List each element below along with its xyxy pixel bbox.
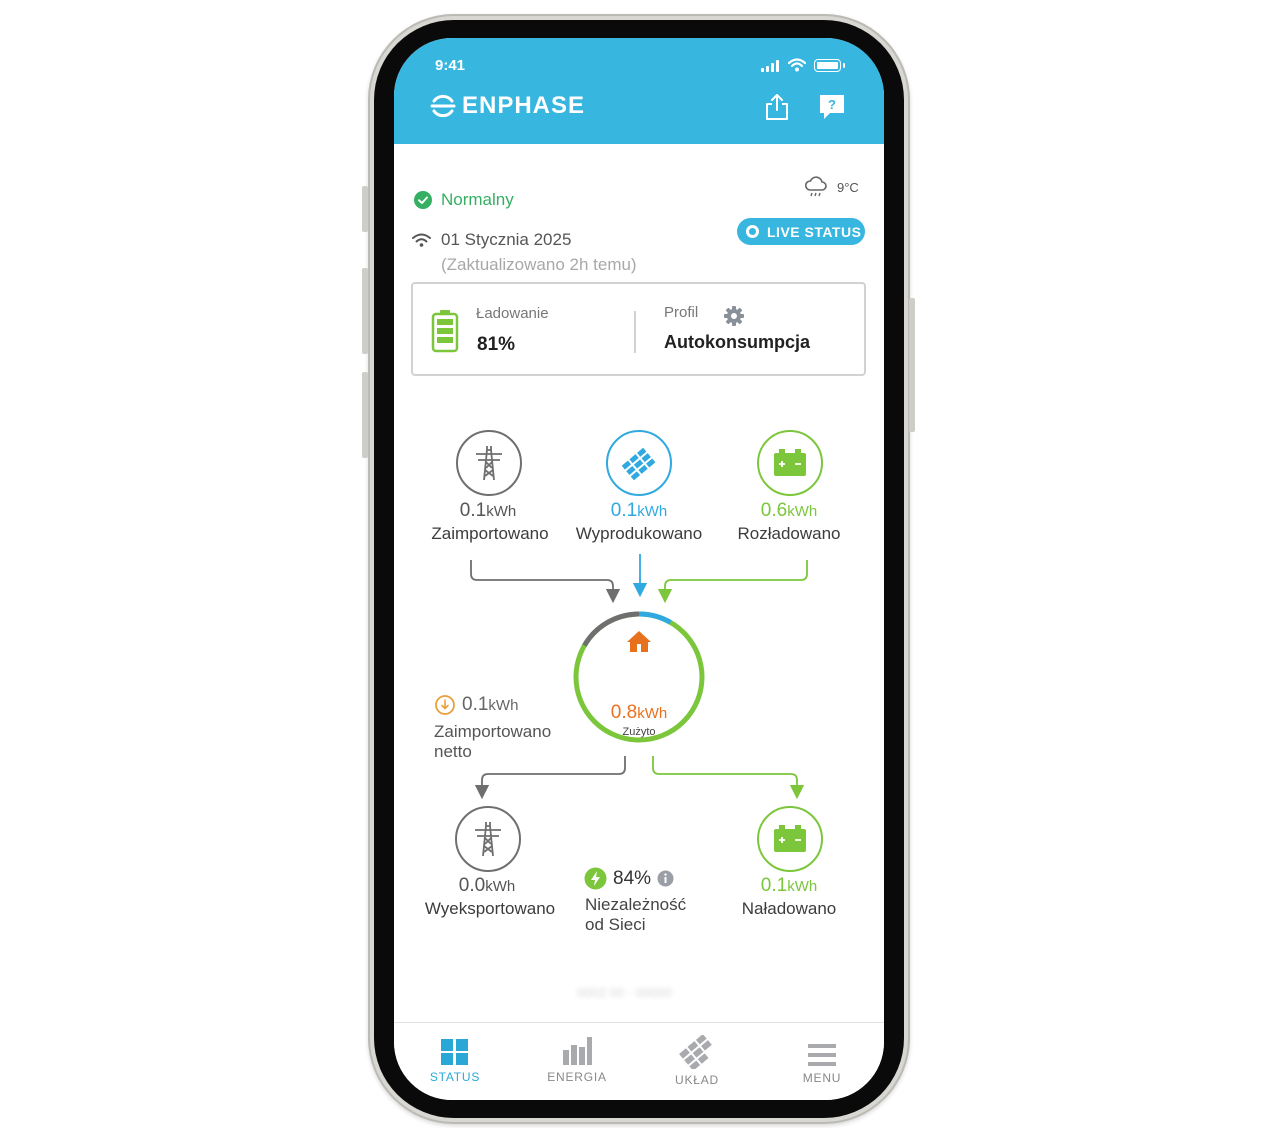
grid-squares-icon [441,1039,468,1065]
app-screen: 9:41 ENPHASE ? Normalny 9°C LIVE STATUS … [394,38,884,1100]
produced-label: Wyprodukowano [575,524,703,543]
net-imported-label: Zaimportowano netto [434,722,551,762]
tab-energy[interactable]: ENERGIA [517,1023,637,1100]
net-imported-value: 0.1kWh [462,694,518,716]
import-flow-line [470,560,621,604]
app-header: 9:41 ENPHASE ? [394,38,884,144]
tab-menu-label: MENU [802,1071,842,1085]
status-content: Normalny 9°C LIVE STATUS 01 Stycznia 202… [394,144,884,1022]
imported-value: 0.1kWh [421,500,555,522]
consumed-value-unit: kWh [637,705,668,722]
tab-layout[interactable]: UKŁAD [637,1023,757,1100]
discharged-label: Rozładowano [737,524,841,543]
discharged-value-unit: kWh [787,503,818,520]
tab-status[interactable]: STATUS [395,1023,515,1100]
wifi-status-icon [788,58,806,72]
independence-label-line1: Niezależność [585,895,687,914]
lightning-bolt-icon [584,867,607,890]
solar-production-node[interactable] [606,430,672,496]
phone-volume-down-button [362,372,368,458]
hamburger-menu-icon [808,1044,836,1066]
grid-export-node[interactable] [455,806,521,872]
discharged-value-number: 0.6 [760,500,788,521]
enphase-logo-icon [430,94,456,118]
tab-energy-label: ENERGIA [547,1070,607,1084]
tab-status-label: STATUS [429,1070,481,1084]
net-imported-unit: kWh [488,697,519,714]
status-bar-time: 9:41 [435,57,466,74]
imported-value-unit: kWh [486,503,517,520]
exported-value: 0.0kWh [420,875,554,897]
charged-label: Naładowano [741,899,837,918]
device-battery-icon [814,59,845,72]
net-imported-label-line2: netto [434,742,472,761]
independence-value: 84% [613,867,652,889]
phone-mute-switch [362,186,368,232]
charged-value-unit: kWh [787,878,818,895]
consumed-value: 0.8kWh [580,702,698,724]
exported-value-unit: kWh [485,878,516,895]
help-icon[interactable]: ? [818,93,846,121]
net-imported-value-number: 0.1 [462,694,489,715]
blurred-serial: 0002 00 - 00000 [577,985,672,1000]
enphase-logo: ENPHASE [430,92,585,120]
produced-value-number: 0.1 [610,500,638,521]
solar-array-icon [679,1035,712,1069]
phone-volume-up-button [362,268,368,354]
battery-discharge-node[interactable] [757,430,823,496]
imported-label: Zaimportowano [431,524,549,543]
produced-value: 0.1kWh [570,500,708,522]
cellular-signal-icon [761,60,779,72]
discharged-value: 0.6kWh [722,500,856,522]
independence-label: Niezależność od Sieci [585,895,686,935]
imported-value-number: 0.1 [459,500,487,521]
consumed-value-number: 0.8 [610,702,638,723]
share-icon[interactable] [764,93,790,121]
tab-menu[interactable]: MENU [762,1023,882,1100]
independence-label-line2: od Sieci [585,915,646,934]
discharge-flow-line [657,560,808,604]
produced-value-unit: kWh [637,503,668,520]
net-imported-label-line1: Zaimportowano [434,722,552,741]
info-icon[interactable] [657,870,674,887]
battery-icon [774,825,806,852]
grid-import-node[interactable] [456,430,522,496]
phone-power-button [909,298,915,432]
charged-value-number: 0.1 [760,875,788,896]
consumed-label: Zużyto [622,726,656,738]
power-tower-icon [476,446,502,481]
import-arrow-circle-icon [435,695,455,715]
bottom-tab-bar: STATUS ENERGIA UKŁAD MENU [394,1022,884,1100]
power-tower-icon [475,822,501,857]
tab-layout-label: UKŁAD [674,1073,719,1087]
net-imported: 0.1kWh [434,694,518,716]
battery-icon [774,449,806,476]
charge-flow-line [652,756,805,800]
exported-value-number: 0.0 [458,875,486,896]
svg-text:?: ? [828,97,836,112]
battery-charge-node[interactable] [757,806,823,872]
bar-chart-icon [563,1037,592,1065]
exported-label: Wyeksportowano [424,899,556,918]
brand-name: ENPHASE [462,92,586,119]
grid-independence: 84% [584,867,674,890]
charged-value: 0.1kWh [722,875,856,897]
solar-panel-icon [621,447,656,481]
